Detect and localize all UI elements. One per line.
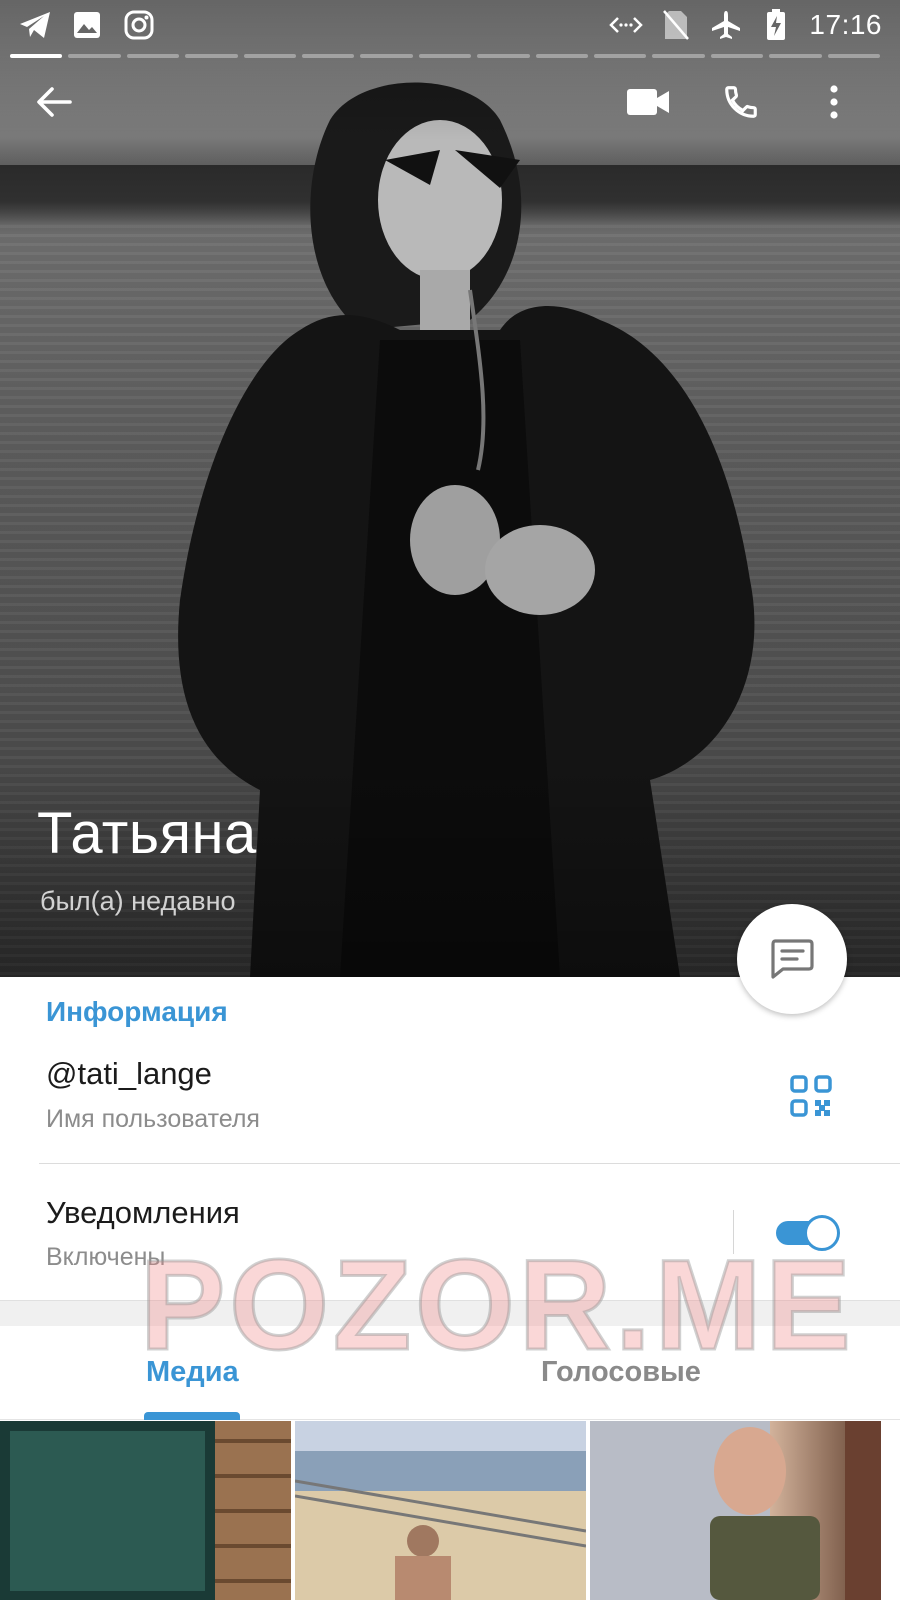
progress-segment [710,54,764,58]
notifications-toggle[interactable] [774,1215,840,1251]
call-button[interactable] [713,74,769,130]
status-bar-time: 17:16 [809,9,882,40]
status-bar-left [18,8,156,42]
thumbnail-image [590,1421,881,1600]
video-call-icon [627,89,669,115]
info-section-title: Информация [46,996,228,1027]
video-call-button[interactable] [620,74,676,130]
notifications-separator [733,1210,734,1254]
progress-segment [243,54,297,58]
info-divider [39,1163,900,1164]
airplane-icon [709,8,743,42]
media-thumbnail[interactable] [0,1421,291,1600]
profile-name: Татьяна [37,801,257,866]
media-tabs: Медиа Голосовые [0,1326,900,1420]
arrow-left-icon [37,87,72,117]
qr-code-button[interactable] [790,1075,832,1117]
tab-media[interactable]: Медиа [146,1356,239,1389]
progress-segment [594,54,647,58]
message-icon [771,939,814,979]
media-thumbnail[interactable] [590,1421,881,1600]
instagram-icon [122,8,156,42]
username-value[interactable]: @tati_lange [46,1056,212,1092]
battery-charging-icon [759,8,793,42]
send-message-button[interactable] [737,904,847,1014]
progress-segment [68,54,121,58]
progress-segment [477,54,530,58]
gallery-icon [70,8,104,42]
photo-progress-bar [10,54,881,58]
section-gap [0,1300,900,1326]
tab-voice[interactable]: Голосовые [541,1356,701,1389]
progress-segment [652,54,705,58]
back-button[interactable] [26,74,82,130]
media-grid [0,1421,900,1600]
tab-indicator [144,1412,240,1420]
thumbnail-image [295,1421,586,1600]
notifications-state: Включены [46,1243,166,1271]
progress-segment [185,54,238,58]
notifications-row[interactable]: Уведомления [46,1195,240,1231]
more-options-button[interactable] [806,74,862,130]
progress-segment [360,54,413,58]
top-toolbar [0,70,900,134]
progress-segment [418,54,472,58]
phone-icon [725,86,757,118]
username-label: Имя пользователя [46,1105,260,1133]
more-vert-icon [830,85,838,119]
telegram-icon [18,8,52,42]
no-sim-icon [659,8,693,42]
progress-segment [10,54,63,58]
progress-segment [126,54,180,58]
progress-segment [827,54,881,58]
profile-last-seen: был(а) недавно [40,886,236,916]
progress-segment [769,54,822,58]
data-transfer-icon [609,8,644,42]
media-thumbnail[interactable] [295,1421,586,1600]
status-bar: 17:16 [0,0,900,50]
progress-segment [302,54,355,58]
progress-segment [535,54,589,58]
qr-code-icon [790,1075,832,1117]
thumbnail-image [0,1421,291,1600]
status-bar-right: 17:16 [609,8,882,42]
toggle-knob [804,1215,840,1251]
